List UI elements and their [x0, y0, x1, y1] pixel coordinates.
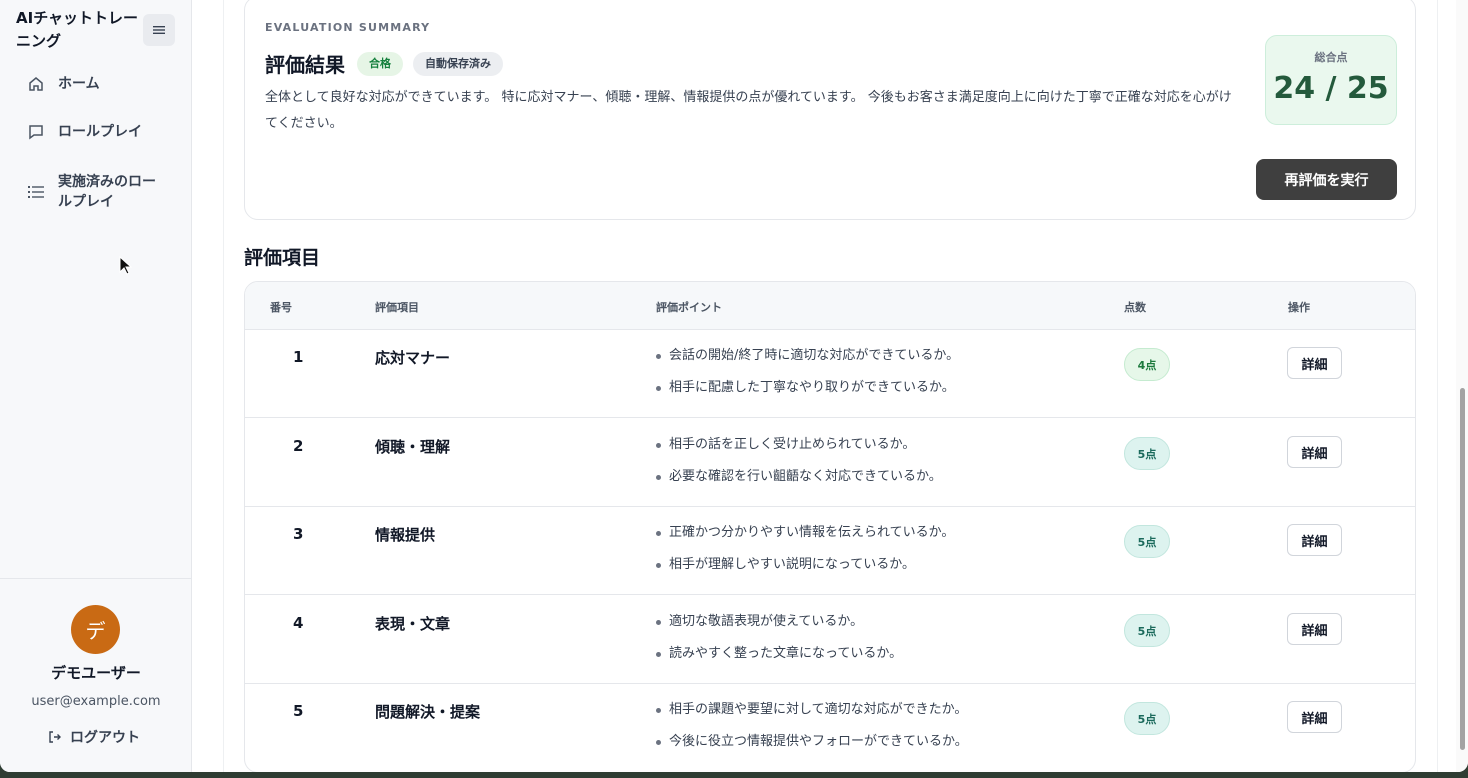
result-title: 評価結果: [265, 53, 345, 77]
sidebar: AIチャットトレーニング ホーム ロールプレイ 実施済みのロールプレイ デ デモ…: [0, 0, 192, 772]
table-row: 5 問題解決・提案 相手の課題や要望に対して適切な対応ができたか。 今後に役立つ…: [245, 684, 1415, 772]
summary-text: 全体として良好な対応ができています。 特に応対マナー、傾聴・理解、情報提供の点が…: [265, 90, 1232, 131]
detail-button[interactable]: 詳細: [1287, 347, 1342, 379]
user-email: user@example.com: [31, 694, 161, 709]
detail-button[interactable]: 詳細: [1287, 613, 1342, 645]
total-score-value: 24 / 25: [1273, 71, 1389, 106]
detail-button[interactable]: 詳細: [1287, 524, 1342, 556]
header-point: 評価ポイント: [656, 301, 722, 314]
logout-button[interactable]: ログアウト: [48, 727, 140, 747]
scrollbar-thumb[interactable]: [1460, 388, 1465, 750]
re-evaluate-button[interactable]: 再評価を実行: [1256, 159, 1397, 200]
app-window: AIチャットトレーニング ホーム ロールプレイ 実施済みのロールプレイ デ デモ…: [0, 0, 1468, 772]
row-points: 適切な敬語表現が使えているか。 読みやすく整った文章になっているか。: [656, 614, 902, 678]
row-points: 正確かつ分かりやすい情報を伝えられているか。 相手が理解しやすい説明になっている…: [656, 525, 954, 589]
logout-label: ログアウト: [70, 730, 140, 746]
row-num: 4: [293, 614, 304, 632]
total-score-label: 総合点: [1314, 51, 1348, 64]
logout-icon: [49, 731, 61, 743]
vertical-scrollbar[interactable]: [1456, 0, 1468, 772]
row-num: 2: [293, 437, 304, 455]
row-item: 表現・文章: [375, 615, 451, 633]
total-score-box: 総合点 24 / 25: [1265, 35, 1397, 125]
table-row: 2 傾聴・理解 相手の話を正しく受け止められているか。 必要な確認を行い齟齬なく…: [245, 419, 1415, 507]
table-row: 1 応対マナー 会話の開始/終了時に適切な対応ができているか。 相手に配慮した丁…: [245, 330, 1415, 418]
sidebar-item-home[interactable]: ホーム: [26, 74, 100, 94]
sidebar-item-history[interactable]: 実施済みのロールプレイ: [26, 172, 166, 212]
home-icon: [26, 74, 46, 94]
chat-icon: [26, 122, 46, 142]
point-item: 適切な敬語表現が使えているか。: [656, 614, 902, 630]
header-score: 点数: [1124, 301, 1146, 314]
row-item: 情報提供: [375, 526, 436, 544]
main-content: EVALUATION SUMMARY 評価結果 合格 自動保存済み 全体として良…: [193, 0, 1468, 772]
score-badge: 5点: [1124, 525, 1170, 558]
point-item: 正確かつ分かりやすい情報を伝えられているか。: [656, 525, 954, 541]
point-item: 会話の開始/終了時に適切な対応ができているか。: [656, 348, 959, 364]
row-num: 1: [293, 348, 304, 366]
header-num: 番号: [270, 301, 292, 314]
summary-eyebrow: EVALUATION SUMMARY: [265, 21, 431, 34]
row-item: 問題解決・提案: [375, 703, 481, 721]
sidebar-item-label: 実施済みのロールプレイ: [58, 174, 156, 210]
row-item: 応対マナー: [375, 349, 451, 367]
header-op: 操作: [1288, 301, 1310, 314]
point-item: 今後に役立つ情報提供やフォローができているか。: [656, 734, 968, 750]
table-header: 番号 評価項目 評価ポイント 点数 操作: [245, 282, 1415, 330]
point-item: 相手の話を正しく受け止められているか。: [656, 437, 942, 453]
point-item: 読みやすく整った文章になっているか。: [656, 646, 902, 662]
pass-badge: 合格: [357, 51, 403, 76]
table-row: 4 表現・文章 適切な敬語表現が使えているか。 読みやすく整った文章になっている…: [245, 596, 1415, 684]
point-item: 相手が理解しやすい説明になっているか。: [656, 557, 954, 573]
menu-toggle-button[interactable]: [143, 14, 175, 46]
menu-icon: [153, 26, 165, 34]
autosave-badge: 自動保存済み: [413, 51, 503, 76]
score-badge: 5点: [1124, 614, 1170, 647]
row-points: 相手の話を正しく受け止められているか。 必要な確認を行い齟齬なく対応できているか…: [656, 437, 942, 501]
sidebar-item-label: ホーム: [58, 76, 100, 92]
detail-button[interactable]: 詳細: [1287, 436, 1342, 468]
header-item: 評価項目: [375, 301, 419, 314]
row-points: 相手の課題や要望に対して適切な対応ができたか。 今後に役立つ情報提供やフォローが…: [656, 702, 968, 766]
row-num: 3: [293, 525, 304, 543]
list-icon: [26, 182, 46, 202]
point-item: 必要な確認を行い齟齬なく対応できているか。: [656, 469, 942, 485]
evaluation-table: 番号 評価項目 評価ポイント 点数 操作 1 応対マナー 会話の開始/終了時に適…: [244, 281, 1416, 772]
score-badge: 5点: [1124, 702, 1170, 735]
score-badge: 5点: [1124, 437, 1170, 470]
result-header: 評価結果 合格 自動保存済み: [265, 49, 503, 78]
row-num: 5: [293, 702, 304, 720]
app-title: AIチャットトレーニング: [16, 9, 139, 50]
evaluation-summary-card: EVALUATION SUMMARY 評価結果 合格 自動保存済み 全体として良…: [244, 0, 1416, 220]
user-name: デモユーザー: [51, 664, 141, 682]
score-badge: 4点: [1124, 348, 1170, 381]
row-points: 会話の開始/終了時に適切な対応ができているか。 相手に配慮した丁寧なやり取りがで…: [656, 348, 959, 412]
point-item: 相手の課題や要望に対して適切な対応ができたか。: [656, 702, 968, 718]
row-item: 傾聴・理解: [375, 438, 451, 456]
mouse-cursor-icon: [119, 256, 133, 275]
avatar: デ: [71, 605, 120, 654]
sidebar-item-label: ロールプレイ: [58, 124, 142, 140]
point-item: 相手に配慮した丁寧なやり取りができているか。: [656, 380, 959, 396]
sidebar-item-roleplay[interactable]: ロールプレイ: [26, 122, 142, 142]
detail-button[interactable]: 詳細: [1287, 701, 1342, 733]
table-row: 3 情報提供 正確かつ分かりやすい情報を伝えられているか。 相手が理解しやすい説…: [245, 507, 1415, 595]
user-panel: デ デモユーザー user@example.com ログアウト: [0, 578, 192, 772]
section-title: 評価項目: [244, 247, 321, 269]
